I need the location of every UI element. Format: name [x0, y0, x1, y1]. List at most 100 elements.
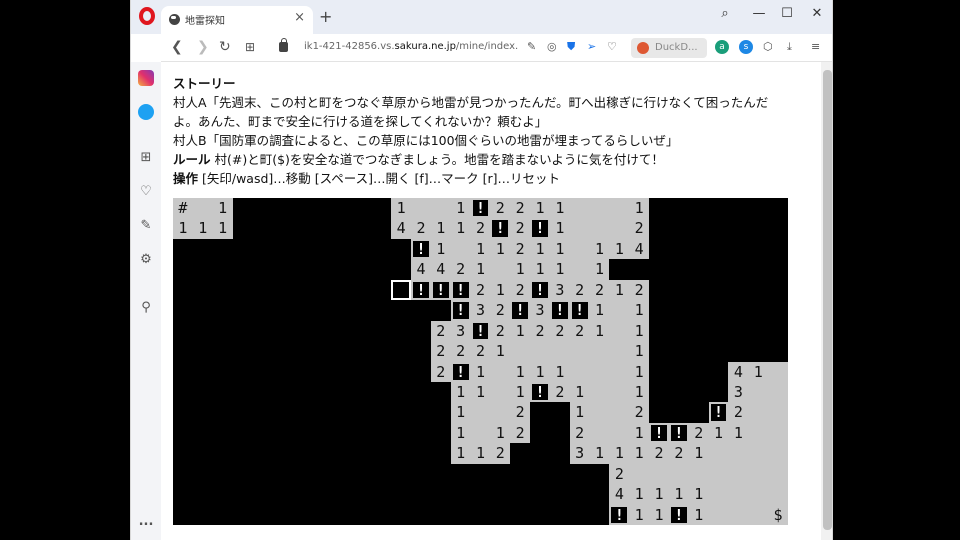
- open-cell[interactable]: 2: [668, 443, 689, 464]
- open-cell[interactable]: 4: [629, 238, 650, 260]
- more-icon[interactable]: ...: [138, 514, 154, 530]
- open-cell[interactable]: 2: [490, 198, 511, 219]
- mine-mark-cell[interactable]: !: [470, 198, 491, 219]
- open-cell[interactable]: 2: [688, 422, 709, 444]
- scrollbar-thumb[interactable]: [823, 70, 832, 530]
- open-cell[interactable]: 2: [549, 381, 570, 403]
- mine-mark-cell[interactable]: !: [411, 238, 431, 260]
- open-cell[interactable]: 1: [490, 279, 511, 301]
- maximize-button[interactable]: ☐: [779, 6, 795, 21]
- scrollbar[interactable]: [821, 62, 832, 540]
- open-cell[interactable]: [589, 341, 610, 362]
- mine-mark-cell[interactable]: !: [649, 422, 669, 444]
- open-cell[interactable]: [530, 341, 550, 362]
- open-cell[interactable]: 2: [629, 279, 650, 301]
- open-cell[interactable]: [629, 463, 650, 485]
- open-cell[interactable]: [490, 381, 511, 403]
- open-cell[interactable]: [569, 361, 590, 382]
- open-cell[interactable]: 1: [629, 300, 650, 321]
- mine-mark-cell[interactable]: !: [470, 320, 491, 342]
- open-cell[interactable]: [748, 402, 769, 423]
- open-cell[interactable]: [589, 361, 610, 382]
- open-cell[interactable]: 3: [569, 443, 590, 464]
- open-cell[interactable]: 2: [430, 320, 451, 342]
- open-cell[interactable]: 2: [549, 320, 570, 342]
- open-cell[interactable]: [748, 504, 769, 525]
- open-cell[interactable]: 1: [688, 484, 709, 505]
- close-window-button[interactable]: ✕: [809, 6, 825, 21]
- open-cell[interactable]: 3: [549, 279, 570, 301]
- open-cell[interactable]: 1: [470, 381, 491, 403]
- open-cell[interactable]: 2: [450, 259, 471, 280]
- open-cell[interactable]: 2: [510, 402, 531, 423]
- heart-icon[interactable]: ♡: [607, 40, 617, 53]
- open-cell[interactable]: 1: [510, 320, 531, 342]
- open-cell[interactable]: 1: [530, 198, 550, 219]
- instagram-icon[interactable]: [138, 70, 154, 86]
- shield-icon[interactable]: ⛊: [567, 40, 575, 54]
- mine-mark-cell[interactable]: !: [668, 504, 689, 525]
- open-cell[interactable]: 1: [629, 484, 650, 505]
- mine-mark-cell[interactable]: !: [530, 381, 550, 403]
- open-cell[interactable]: 1: [530, 238, 550, 260]
- open-cell[interactable]: [589, 422, 610, 444]
- open-cell[interactable]: 2: [569, 422, 590, 444]
- open-cell[interactable]: [510, 341, 531, 362]
- extension-a-icon[interactable]: a: [715, 40, 729, 54]
- open-cell[interactable]: 1: [510, 381, 531, 403]
- menu-icon[interactable]: ≡: [811, 40, 820, 53]
- open-cell[interactable]: [609, 361, 630, 382]
- tab-close-button[interactable]: ×: [294, 10, 305, 25]
- open-cell[interactable]: 1: [629, 341, 650, 362]
- open-cell[interactable]: 1: [728, 422, 749, 444]
- open-cell[interactable]: 1: [589, 238, 610, 260]
- open-cell[interactable]: 2: [490, 320, 511, 342]
- search-engine-box[interactable]: DuckD...: [631, 38, 707, 58]
- open-cell[interactable]: 1: [510, 259, 531, 280]
- open-cell[interactable]: 1: [470, 238, 491, 260]
- forward-icon[interactable]: ❯: [197, 39, 209, 55]
- open-cell[interactable]: 3: [530, 300, 550, 321]
- edit-icon[interactable]: ✎: [527, 40, 536, 53]
- open-cell[interactable]: [569, 218, 590, 239]
- open-cell[interactable]: 1: [688, 504, 709, 525]
- open-cell[interactable]: [728, 504, 749, 525]
- open-cell[interactable]: 1: [708, 422, 729, 444]
- open-cell[interactable]: [708, 463, 729, 485]
- mine-mark-cell[interactable]: !: [668, 422, 689, 444]
- open-cell[interactable]: 4: [728, 361, 749, 382]
- mine-mark-cell[interactable]: !: [609, 504, 630, 525]
- open-cell[interactable]: 2: [470, 279, 491, 301]
- open-cell[interactable]: 2: [411, 218, 431, 239]
- open-cell[interactable]: [768, 402, 788, 423]
- open-cell[interactable]: 2: [589, 279, 610, 301]
- open-cell[interactable]: [589, 381, 610, 403]
- open-cell[interactable]: 1: [391, 198, 412, 219]
- open-cell[interactable]: [609, 218, 630, 239]
- open-cell[interactable]: 2: [430, 361, 451, 382]
- mine-mark-cell[interactable]: !: [411, 279, 431, 301]
- open-cell[interactable]: 1: [549, 238, 570, 260]
- open-cell[interactable]: 2: [629, 402, 650, 423]
- open-cell[interactable]: [589, 218, 610, 239]
- open-cell[interactable]: [748, 381, 769, 403]
- open-cell[interactable]: [609, 320, 630, 342]
- open-cell[interactable]: [768, 422, 788, 444]
- mine-mark-cell[interactable]: !: [510, 300, 531, 321]
- open-cell[interactable]: [708, 443, 729, 464]
- open-cell[interactable]: 1: [430, 218, 451, 239]
- open-cell[interactable]: [609, 422, 630, 444]
- open-cell[interactable]: 1: [589, 300, 610, 321]
- open-cell[interactable]: 1: [589, 259, 610, 280]
- open-cell[interactable]: 1: [629, 320, 650, 342]
- back-icon[interactable]: ❮: [171, 39, 183, 55]
- open-cell[interactable]: [708, 484, 729, 505]
- open-cell[interactable]: 1: [569, 402, 590, 423]
- village-cell[interactable]: #: [173, 198, 193, 219]
- open-cell[interactable]: [470, 402, 491, 423]
- camera-icon[interactable]: ◎: [547, 40, 557, 53]
- mine-mark-cell[interactable]: !: [708, 402, 729, 423]
- open-cell[interactable]: 2: [510, 279, 531, 301]
- download-icon[interactable]: ⤓: [787, 40, 792, 54]
- open-cell[interactable]: [609, 381, 630, 403]
